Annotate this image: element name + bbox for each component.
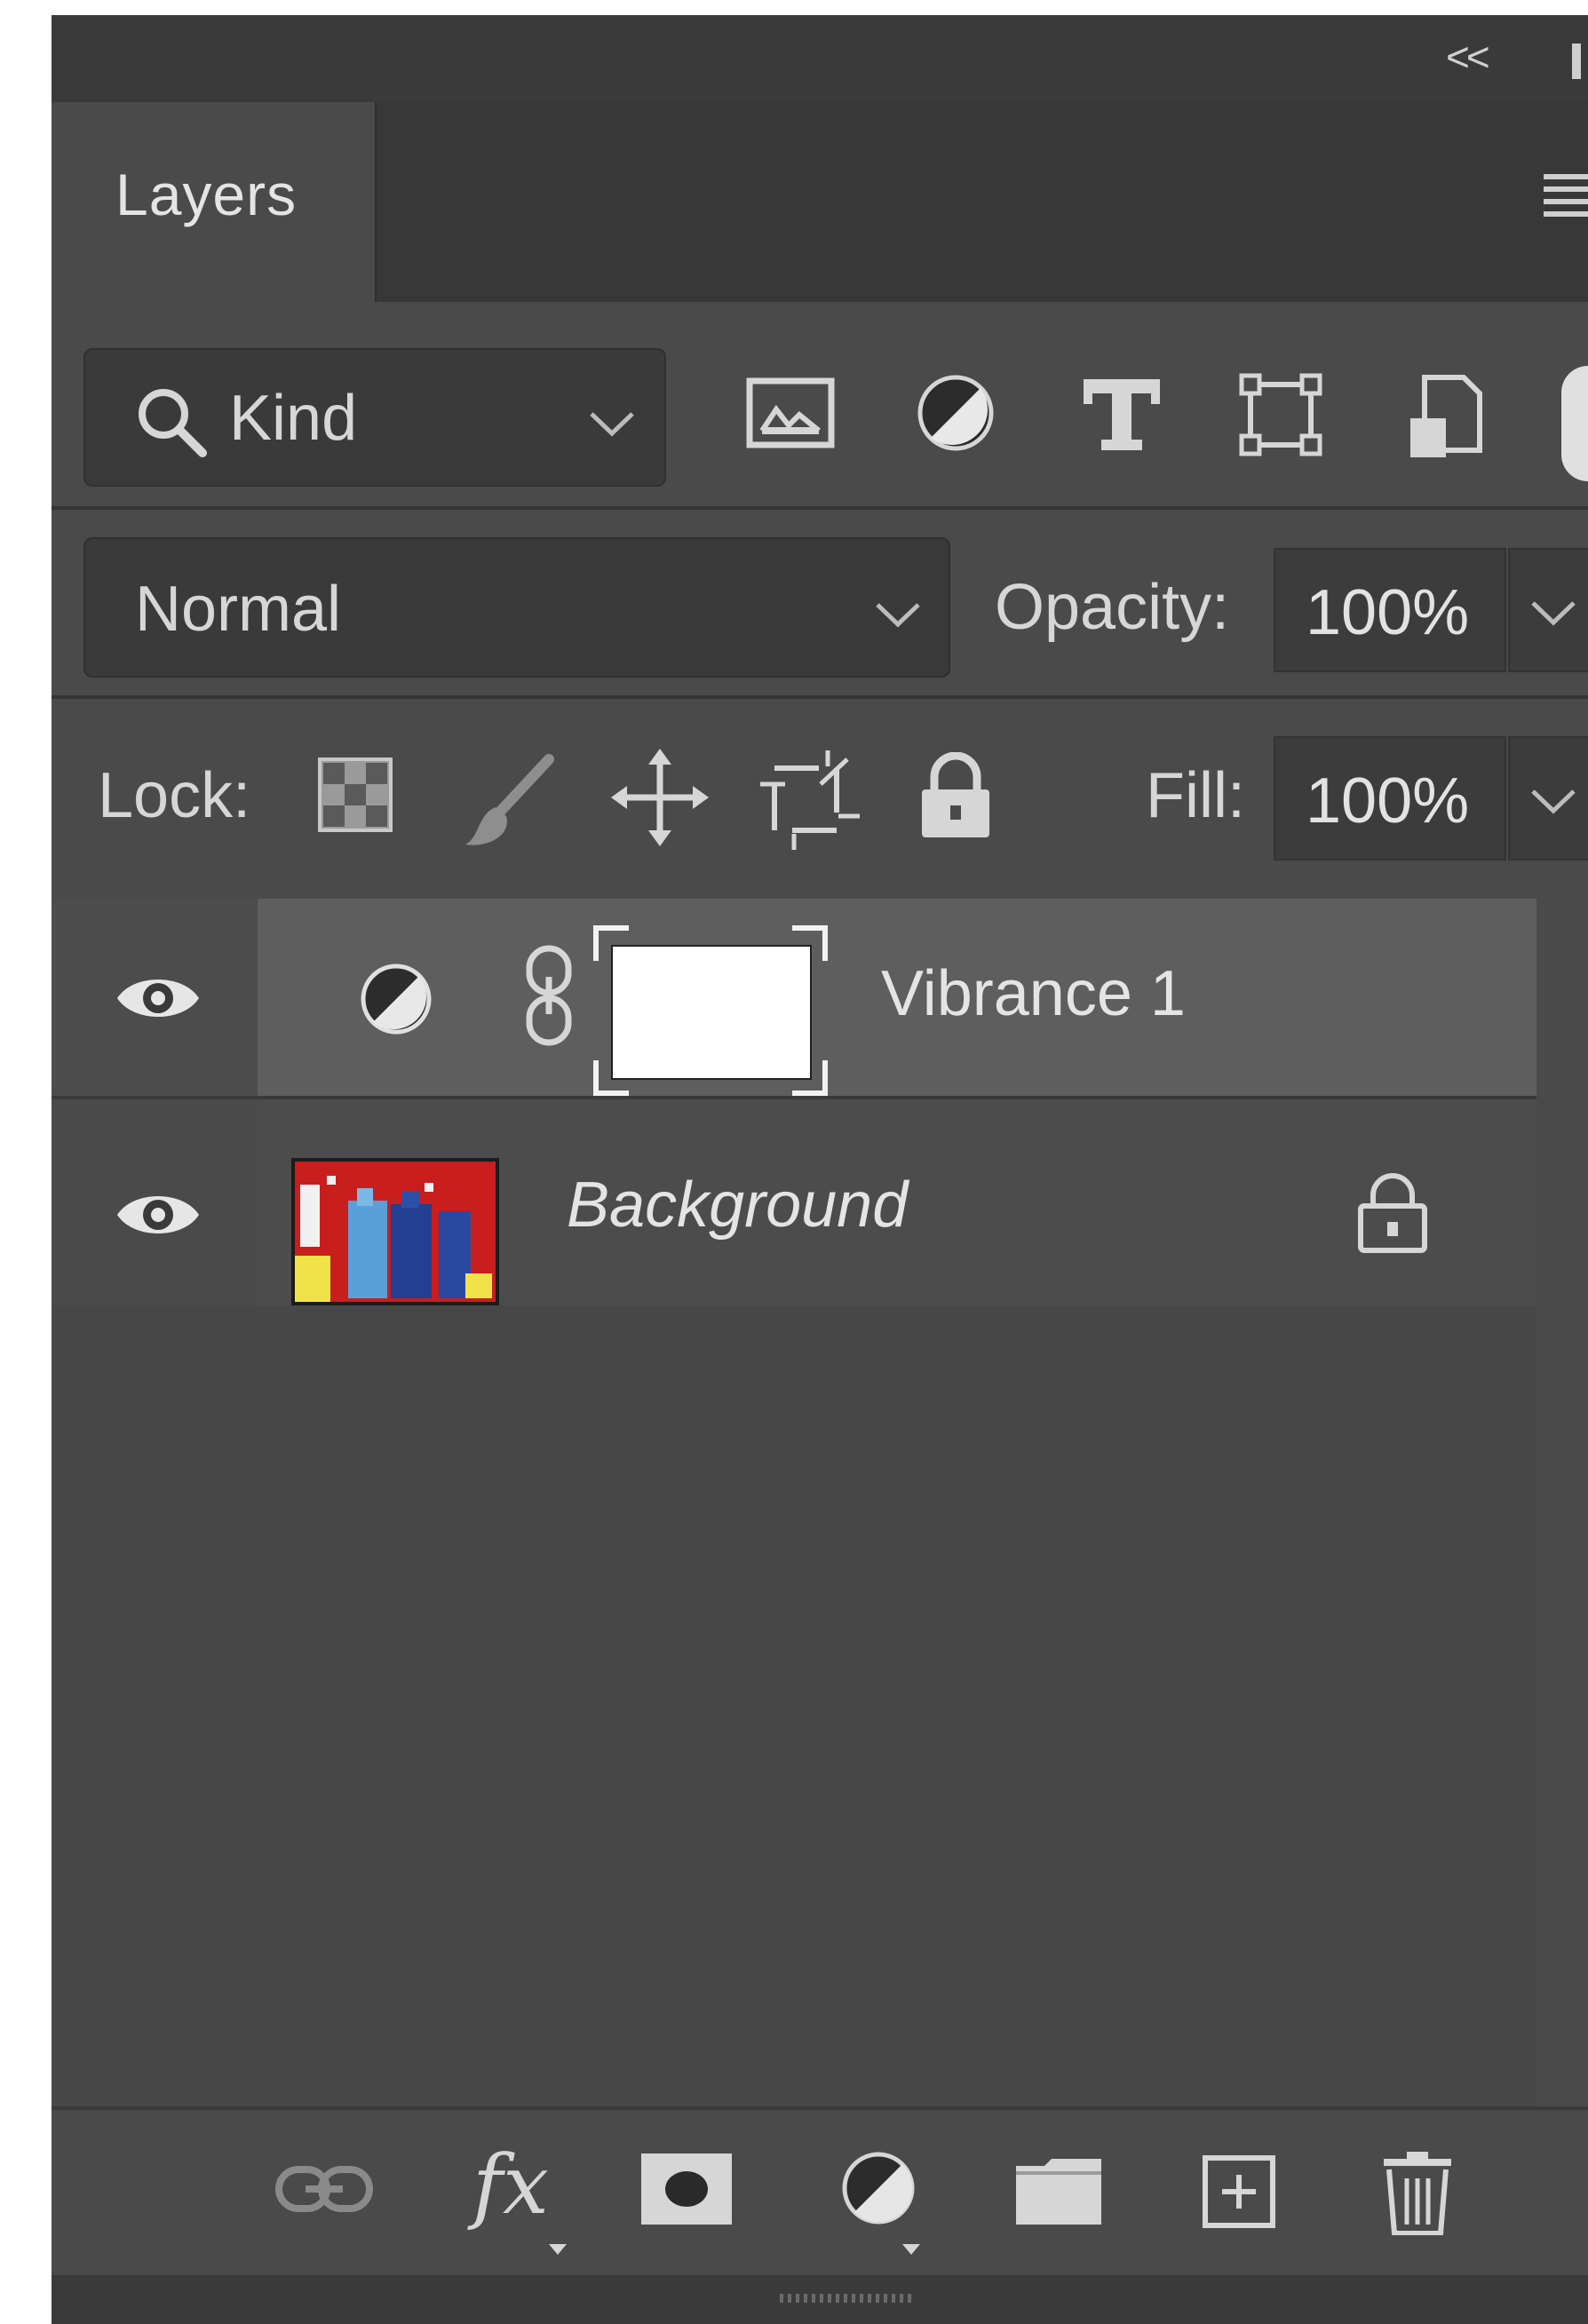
layers-panel: << Layers Kind Normal Opacity: 100% Lock… bbox=[52, 15, 1588, 2324]
opacity-value: 100% bbox=[1306, 577, 1470, 648]
lock-label: Lock: bbox=[98, 760, 251, 831]
lock-artboard-icon[interactable] bbox=[758, 749, 861, 852]
layer-name[interactable]: Background bbox=[567, 1169, 908, 1241]
layer-locked-icon[interactable] bbox=[1357, 1170, 1428, 1254]
tab-layers-label: Layers bbox=[115, 162, 298, 227]
caret-icon bbox=[902, 2244, 920, 2255]
smart-object-filter-icon[interactable] bbox=[1409, 374, 1483, 463]
chevron-down-icon bbox=[588, 410, 636, 437]
search-icon bbox=[133, 384, 210, 460]
chevron-down-icon bbox=[1529, 599, 1577, 626]
type-filter-icon[interactable] bbox=[1082, 377, 1162, 452]
new-group-folder-icon[interactable] bbox=[1016, 2157, 1101, 2225]
image-filter-icon[interactable] bbox=[746, 377, 835, 448]
lock-image-pixels-brush-icon[interactable] bbox=[460, 752, 558, 852]
new-adjustment-layer-icon[interactable] bbox=[838, 2148, 918, 2228]
add-mask-icon[interactable] bbox=[641, 2153, 732, 2225]
fill-dropdown-button[interactable] bbox=[1508, 736, 1588, 861]
chevron-down-icon bbox=[874, 601, 922, 628]
filter-kind-label: Kind bbox=[229, 383, 358, 454]
delete-layer-trash-icon[interactable] bbox=[1382, 2150, 1453, 2235]
eye-icon[interactable] bbox=[114, 970, 202, 1027]
link-layers-icon[interactable] bbox=[275, 2162, 373, 2216]
fill-label: Fill: bbox=[1146, 760, 1245, 831]
layer-mask-thumbnail[interactable] bbox=[593, 925, 828, 1096]
blend-mode-value: Normal bbox=[135, 574, 342, 645]
layer-style-fx-icon[interactable]: fx bbox=[472, 2138, 549, 2233]
collapse-panel-button[interactable]: << bbox=[1446, 33, 1490, 81]
adjustment-filter-icon[interactable] bbox=[913, 370, 998, 456]
resize-grip-icon[interactable] bbox=[780, 2294, 913, 2303]
new-layer-icon[interactable] bbox=[1203, 2155, 1275, 2228]
layer-image-thumbnail[interactable] bbox=[291, 1158, 499, 1305]
opacity-label: Opacity: bbox=[995, 572, 1230, 643]
opacity-dropdown-button[interactable] bbox=[1508, 548, 1588, 672]
layer-row-background[interactable]: Background bbox=[52, 1099, 1536, 1305]
close-panel-icon[interactable] bbox=[1572, 44, 1581, 79]
chain-link-icon bbox=[524, 945, 574, 1046]
layer-name[interactable]: Vibrance 1 bbox=[881, 957, 1186, 1030]
opacity-input[interactable]: 100% bbox=[1274, 548, 1506, 672]
filter-kind-dropdown[interactable]: Kind bbox=[83, 348, 666, 487]
lock-position-move-icon[interactable] bbox=[611, 749, 709, 846]
tab-layers[interactable]: Layers bbox=[52, 102, 377, 302]
filter-divider bbox=[52, 506, 1588, 510]
eye-icon[interactable] bbox=[114, 1186, 202, 1243]
hamburger-menu-icon[interactable] bbox=[1544, 171, 1588, 220]
blend-mode-dropdown[interactable]: Normal bbox=[83, 537, 950, 678]
blend-divider bbox=[52, 695, 1588, 699]
lock-transparent-pixels-icon[interactable] bbox=[318, 757, 393, 832]
caret-icon bbox=[549, 2244, 567, 2255]
panel-title-strip bbox=[52, 15, 1588, 102]
filter-toggle-switch[interactable] bbox=[1561, 366, 1588, 481]
fill-value: 100% bbox=[1306, 765, 1470, 837]
layer-row-vibrance[interactable]: Vibrance 1 bbox=[52, 899, 1536, 1096]
lock-all-icon[interactable] bbox=[918, 752, 993, 841]
shape-filter-icon[interactable] bbox=[1238, 372, 1323, 457]
adjustment-layer-icon bbox=[358, 961, 434, 1037]
chevron-down-icon bbox=[1529, 788, 1577, 814]
fill-input[interactable]: 100% bbox=[1274, 736, 1506, 861]
